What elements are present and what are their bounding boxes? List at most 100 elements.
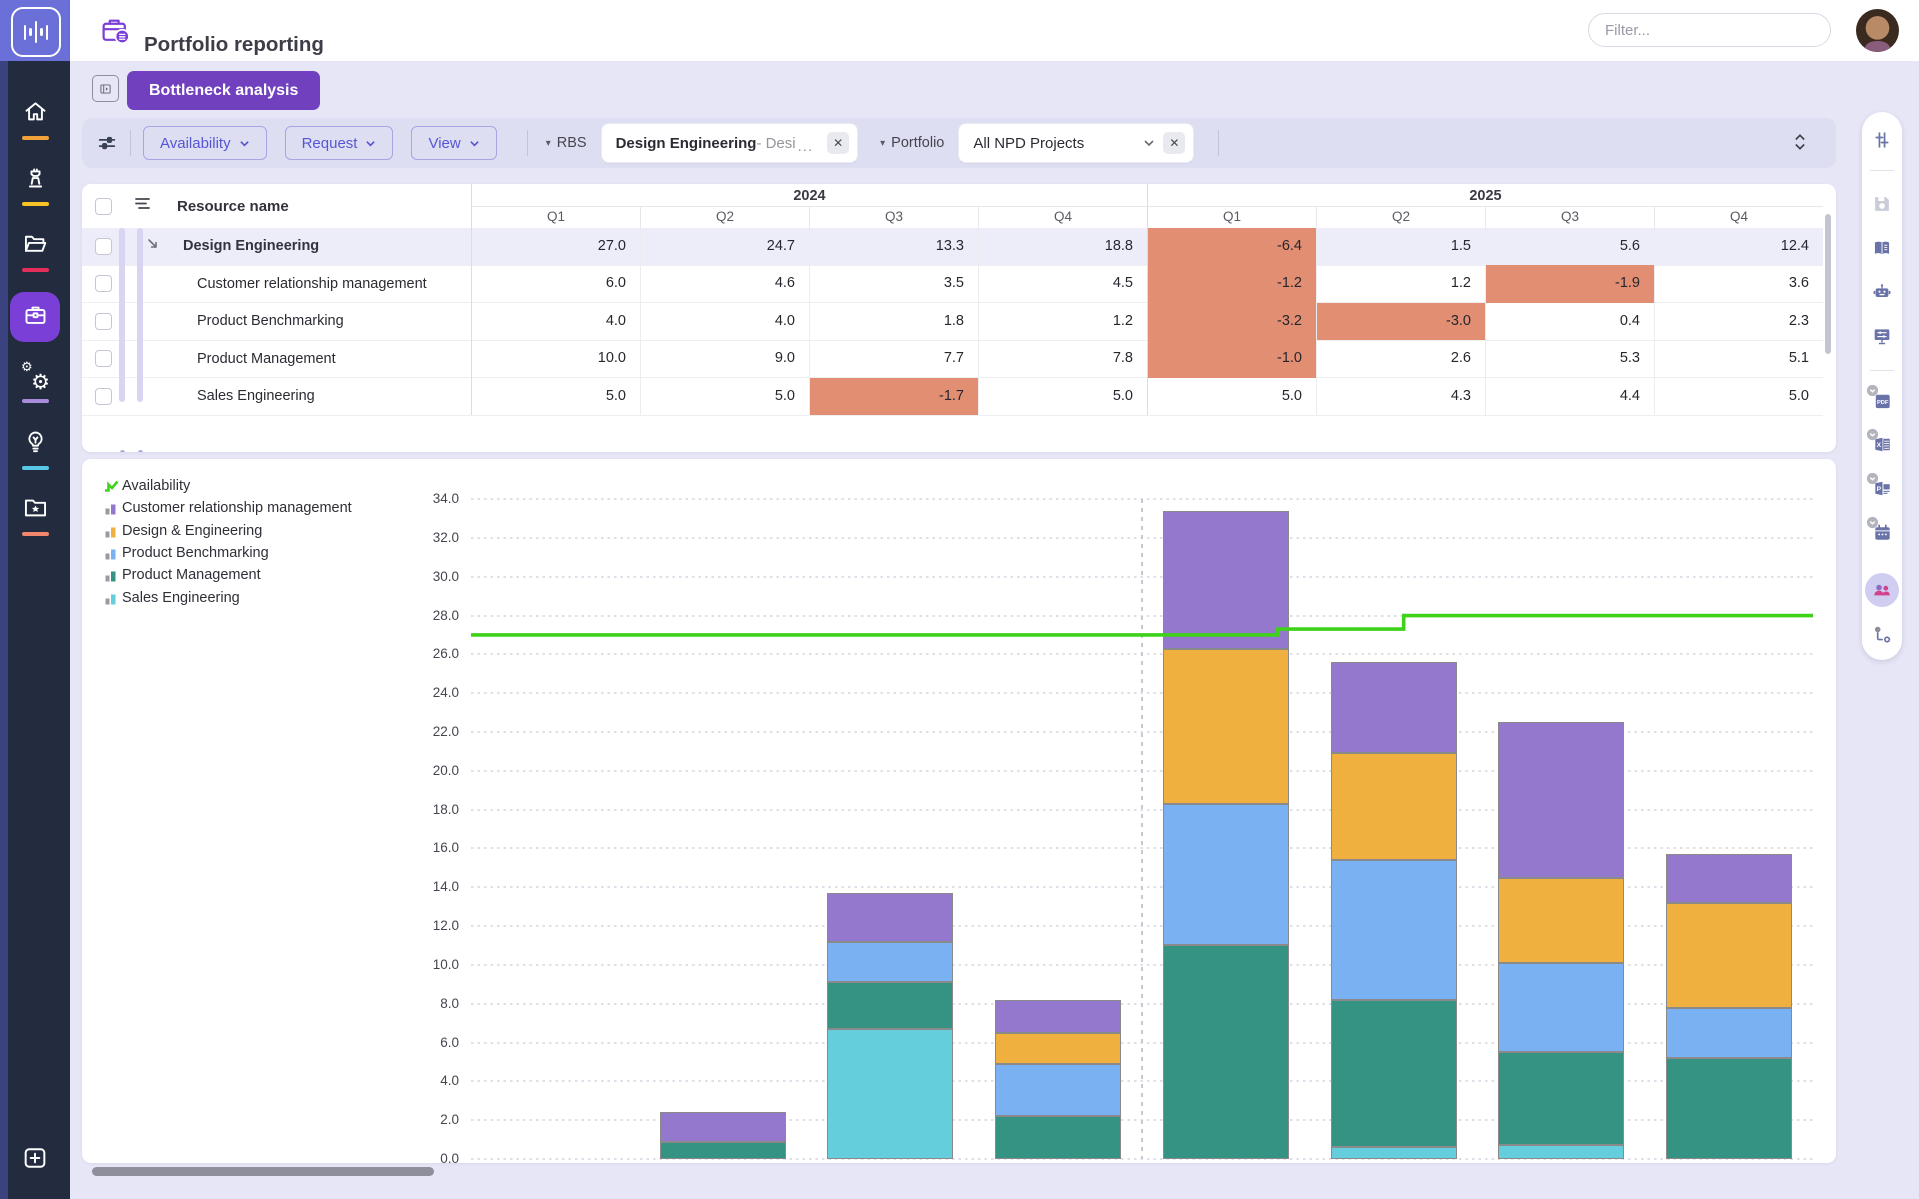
- table-row[interactable]: Product Management10.09.07.77.8-1.02.65.…: [82, 341, 1823, 379]
- bar-segment[interactable]: [827, 942, 953, 983]
- chevron-down-icon: [239, 138, 250, 149]
- chevron-badge-icon: [1866, 516, 1879, 529]
- table-row[interactable]: Sales Engineering5.05.0-1.75.05.04.34.45…: [82, 378, 1823, 416]
- sidebar-item-favorites[interactable]: [0, 482, 70, 548]
- bar-segment[interactable]: [660, 1142, 786, 1159]
- home-icon: [22, 98, 49, 130]
- row-checkbox[interactable]: [95, 313, 112, 330]
- bar-segment[interactable]: [995, 1000, 1121, 1033]
- bar-segment[interactable]: [1666, 1058, 1792, 1159]
- bar-segment[interactable]: [1331, 860, 1457, 1000]
- legend-item[interactable]: Sales Engineering: [104, 586, 352, 608]
- table-row[interactable]: Design Engineering27.024.713.318.8-6.41.…: [82, 228, 1823, 266]
- app-logo[interactable]: [0, 0, 70, 61]
- resource-name-header[interactable]: Resource name: [177, 198, 289, 215]
- select-all-checkbox[interactable]: [95, 198, 112, 215]
- portfolio-filter-label[interactable]: ▾Portfolio: [880, 135, 944, 151]
- row-checkbox[interactable]: [95, 238, 112, 255]
- table-row[interactable]: Product Benchmarking4.04.01.81.2-3.2-3.0…: [82, 303, 1823, 341]
- bar-segment[interactable]: [1498, 1145, 1624, 1159]
- clear-rbs-filter-button[interactable]: ✕: [827, 132, 849, 154]
- sidebar-item-insights[interactable]: [0, 416, 70, 482]
- bar-segment[interactable]: [1163, 945, 1289, 1159]
- legend-item[interactable]: Product Benchmarking: [104, 542, 352, 564]
- bar-segment[interactable]: [827, 1029, 953, 1159]
- rbs-filter-label[interactable]: ▾RBS: [546, 135, 587, 151]
- bar-segment[interactable]: [1498, 878, 1624, 963]
- book-button[interactable]: [1870, 236, 1894, 260]
- bar-segment[interactable]: [1331, 1147, 1457, 1159]
- row-checkbox[interactable]: [95, 388, 112, 405]
- export-pdf-button[interactable]: PDF: [1870, 388, 1894, 412]
- bar-segment[interactable]: [660, 1112, 786, 1141]
- tune-button[interactable]: [1870, 128, 1894, 152]
- resource-name: Product Benchmarking: [165, 313, 471, 329]
- bar-segment[interactable]: [995, 1033, 1121, 1064]
- expand-panel-button[interactable]: [92, 75, 119, 102]
- value-cell: 5.0: [978, 378, 1147, 416]
- bar-segment[interactable]: [1163, 804, 1289, 946]
- horizontal-scrollbar-thumb[interactable]: [92, 1167, 434, 1176]
- robot-button[interactable]: [1870, 280, 1894, 304]
- row-checkbox[interactable]: [95, 350, 112, 367]
- sidebar-item-home[interactable]: [0, 86, 70, 152]
- value-cell: 4.6: [640, 265, 809, 303]
- export-excel-button[interactable]: X: [1870, 432, 1894, 456]
- sidebar-item-strategy[interactable]: [0, 152, 70, 218]
- gears-icon: ⚙⚙: [20, 363, 50, 393]
- people-button-active[interactable]: [1865, 573, 1899, 607]
- sidebar-item-resources[interactable]: [0, 284, 70, 350]
- export-calendar-icon: [1871, 521, 1894, 544]
- availability-dropdown[interactable]: Availability: [143, 126, 267, 160]
- y-axis-label: 0.0: [369, 1150, 459, 1163]
- bar-segment[interactable]: [1498, 1052, 1624, 1145]
- bar-segment[interactable]: [1331, 662, 1457, 753]
- bottleneck-analysis-button[interactable]: Bottleneck analysis: [127, 71, 320, 110]
- table-vertical-scrollbar[interactable]: [1825, 214, 1831, 354]
- bar-segment[interactable]: [1163, 649, 1289, 804]
- legend-item[interactable]: Product Management: [104, 564, 352, 586]
- filter-input[interactable]: [1588, 13, 1831, 47]
- y-axis-label: 12.0: [369, 917, 459, 935]
- legend-item[interactable]: Design & Engineering: [104, 520, 352, 542]
- bar-segment[interactable]: [1331, 1000, 1457, 1148]
- bar-segment[interactable]: [1163, 511, 1289, 649]
- value-cell: 0.4: [1485, 303, 1654, 341]
- user-avatar[interactable]: [1856, 9, 1899, 52]
- collapse-arrow-icon[interactable]: [146, 237, 159, 255]
- item-underline: [22, 399, 49, 403]
- rbs-filter-chip[interactable]: Design Engineering - Desi... ✕: [601, 123, 859, 163]
- bar-segment[interactable]: [1666, 903, 1792, 1008]
- year-separator-line: [1141, 499, 1143, 1159]
- bar-segment[interactable]: [827, 982, 953, 1029]
- row-checkbox[interactable]: [95, 275, 112, 292]
- portfolio-filter-chip[interactable]: All NPD Projects ✕: [958, 123, 1194, 163]
- bar-segment[interactable]: [1498, 722, 1624, 877]
- hierarchy-menu-icon[interactable]: [134, 196, 151, 216]
- bar-segment[interactable]: [827, 893, 953, 942]
- view-dropdown[interactable]: View: [411, 126, 496, 160]
- bar-segment[interactable]: [995, 1116, 1121, 1159]
- chevron-badge-icon: [1866, 472, 1879, 485]
- export-ppt-button[interactable]: P: [1870, 476, 1894, 500]
- clear-portfolio-filter-button[interactable]: ✕: [1163, 132, 1185, 154]
- legend-item[interactable]: Availability: [104, 475, 352, 497]
- board-button[interactable]: [1870, 324, 1894, 348]
- request-dropdown[interactable]: Request: [285, 126, 394, 160]
- view-settings-icon[interactable]: [96, 132, 118, 154]
- table-row[interactable]: Customer relationship management6.04.63.…: [82, 266, 1823, 304]
- sidebar-item-add[interactable]: [0, 1132, 70, 1188]
- bar-segment[interactable]: [1331, 753, 1457, 860]
- collapse-toolbar-icon[interactable]: [1790, 130, 1810, 159]
- legend-item[interactable]: Customer relationship management: [104, 497, 352, 519]
- sidebar-item-settings[interactable]: ⚙⚙: [0, 350, 70, 416]
- export-calendar-button[interactable]: [1870, 520, 1894, 544]
- bar-segment[interactable]: [1666, 854, 1792, 903]
- bar-segment[interactable]: [1498, 963, 1624, 1052]
- insights-icon: [22, 428, 49, 460]
- save-button[interactable]: [1870, 192, 1894, 216]
- bar-segment[interactable]: [995, 1064, 1121, 1116]
- sidebar-item-projects[interactable]: [0, 218, 70, 284]
- workflow-button[interactable]: [1870, 622, 1894, 646]
- bar-segment[interactable]: [1666, 1008, 1792, 1058]
